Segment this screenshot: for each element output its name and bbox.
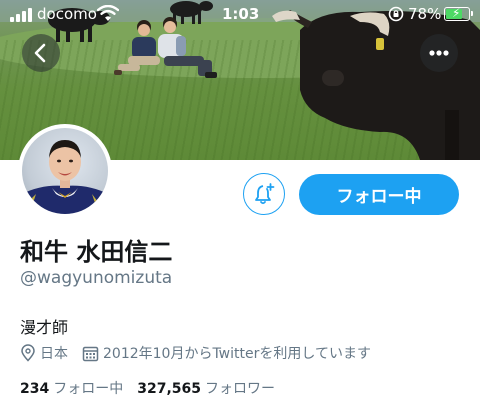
person-left xyxy=(114,20,160,75)
wifi-icon xyxy=(97,5,119,21)
following-link[interactable]: 234 フォロー中 xyxy=(20,378,123,398)
location-pin-icon xyxy=(21,344,35,362)
more-options-button[interactable] xyxy=(420,34,458,72)
display-name: 和牛 水田信二 xyxy=(20,238,173,266)
followers-label: フォロワー xyxy=(205,381,275,397)
following-count: 234 xyxy=(20,381,50,397)
user-handle: @wagyunomizuta xyxy=(20,268,173,288)
chevron-left-icon xyxy=(34,43,46,63)
followers-link[interactable]: 327,565 フォロワー xyxy=(137,378,275,398)
status-bar: docomo 1:03 78% ⚡ xyxy=(0,0,480,28)
avatar-photo xyxy=(22,128,108,214)
followers-count: 327,565 xyxy=(137,381,201,397)
charging-bolt-icon: ⚡ xyxy=(452,6,461,20)
joined-date-text: 2012年10月からTwitterを利用しています xyxy=(103,346,371,362)
battery-percentage: 78% xyxy=(408,5,442,23)
joined-item: 2012年10月からTwitterを利用しています xyxy=(82,343,371,363)
rotation-lock-icon xyxy=(388,6,404,22)
carrier-name: docomo xyxy=(37,5,97,23)
follow-stats: 234 フォロー中 327,565 フォロワー xyxy=(20,378,275,398)
notification-bell-button[interactable] xyxy=(243,173,285,215)
profile-bio: 漫才師 xyxy=(20,318,69,337)
bell-plus-icon xyxy=(255,183,275,205)
following-button[interactable]: フォロー中 xyxy=(299,174,459,215)
profile-avatar[interactable] xyxy=(18,124,112,218)
following-label: フォロー中 xyxy=(53,381,124,397)
more-horizontal-icon xyxy=(429,50,449,56)
back-button[interactable] xyxy=(22,34,60,72)
battery-icon: ⚡ xyxy=(444,6,473,21)
location-item: 日本 xyxy=(20,343,68,363)
calendar-icon xyxy=(82,346,99,361)
status-time: 1:03 xyxy=(222,5,260,23)
avatar-portrait xyxy=(22,140,108,214)
bull xyxy=(272,10,480,160)
profile-meta: 日本 2012年10月からTwitterを利用しています xyxy=(20,342,371,364)
location-text: 日本 xyxy=(40,346,68,362)
cellular-signal-icon xyxy=(10,8,34,22)
